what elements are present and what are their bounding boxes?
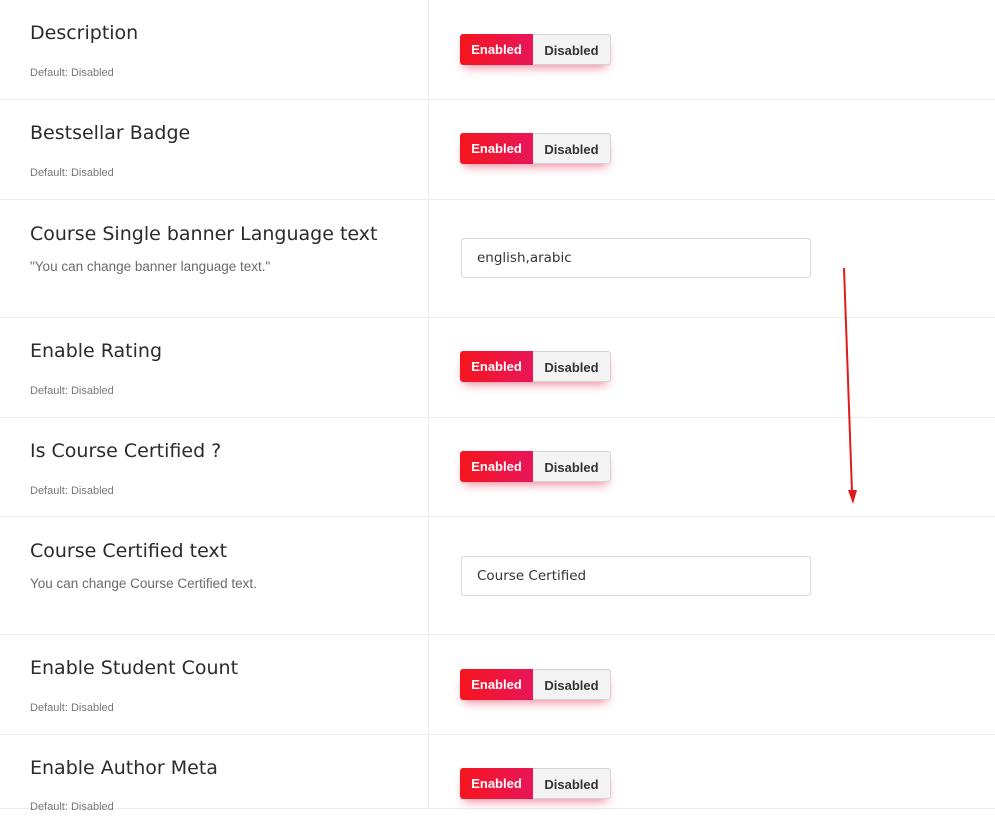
course-certified-text-input[interactable] — [461, 556, 811, 596]
setting-row-course-certified: Is Course Certified ? Default: Disabled … — [0, 418, 995, 517]
disabled-option[interactable]: Disabled — [533, 351, 611, 382]
setting-default-hint: Default: Disabled — [30, 167, 114, 179]
disabled-option[interactable]: Disabled — [533, 768, 611, 799]
course-certified-toggle: Enabled Disabled — [460, 451, 611, 482]
setting-row-enable-student-count: Enable Student Count Default: Disabled E… — [0, 635, 995, 735]
setting-row-description: Description Default: Disabled Enabled Di… — [0, 0, 995, 100]
setting-label-column: Course Single banner Language text "You … — [0, 200, 429, 317]
setting-row-course-certified-text: Course Certified text You can change Cou… — [0, 517, 995, 635]
setting-title: Course Certified text — [30, 540, 228, 562]
enable-rating-toggle: Enabled Disabled — [460, 351, 611, 382]
setting-label-column: Description Default: Disabled — [0, 0, 429, 99]
disabled-option[interactable]: Disabled — [533, 451, 611, 482]
enabled-option[interactable]: Enabled — [460, 451, 533, 482]
setting-label-column: Enable Student Count Default: Disabled — [0, 635, 429, 734]
setting-label-column: Is Course Certified ? Default: Disabled — [0, 418, 429, 516]
disabled-option[interactable]: Disabled — [533, 34, 611, 65]
setting-title: Course Single banner Language text — [30, 223, 378, 245]
setting-description: "You can change banner language text." — [30, 259, 271, 274]
enable-student-count-toggle: Enabled Disabled — [460, 669, 611, 700]
setting-label-column: Enable Rating Default: Disabled — [0, 318, 429, 417]
description-toggle: Enabled Disabled — [460, 34, 611, 65]
setting-title: Is Course Certified ? — [30, 440, 222, 462]
settings-panel: Description Default: Disabled Enabled Di… — [0, 0, 995, 832]
setting-row-bestsellar-badge: Bestsellar Badge Default: Disabled Enabl… — [0, 100, 995, 200]
disabled-option[interactable]: Disabled — [533, 133, 611, 164]
setting-row-banner-language-text: Course Single banner Language text "You … — [0, 200, 995, 318]
setting-default-hint: Default: Disabled — [30, 385, 114, 397]
setting-title: Enable Student Count — [30, 657, 239, 679]
enable-author-meta-toggle: Enabled Disabled — [460, 768, 611, 799]
setting-label-column: Enable Author Meta Default: Disabled — [0, 735, 429, 813]
enabled-option[interactable]: Enabled — [460, 34, 533, 65]
enabled-option[interactable]: Enabled — [460, 133, 533, 164]
setting-title: Enable Rating — [30, 340, 163, 362]
setting-title: Description — [30, 22, 139, 44]
enabled-option[interactable]: Enabled — [460, 351, 533, 382]
setting-title: Enable Author Meta — [30, 757, 218, 779]
setting-label-column: Bestsellar Badge Default: Disabled — [0, 100, 429, 199]
bestsellar-badge-toggle: Enabled Disabled — [460, 133, 611, 164]
setting-title: Bestsellar Badge — [30, 122, 191, 144]
setting-row-enable-rating: Enable Rating Default: Disabled Enabled … — [0, 318, 995, 418]
setting-description: You can change Course Certified text. — [30, 576, 257, 591]
disabled-option[interactable]: Disabled — [533, 669, 611, 700]
setting-row-enable-author-meta: Enable Author Meta Default: Disabled Ena… — [0, 735, 995, 813]
enabled-option[interactable]: Enabled — [460, 768, 533, 799]
setting-default-hint: Default: Disabled — [30, 485, 114, 497]
banner-language-text-input[interactable] — [461, 238, 811, 278]
setting-default-hint: Default: Disabled — [30, 801, 114, 813]
setting-default-hint: Default: Disabled — [30, 702, 114, 714]
setting-label-column: Course Certified text You can change Cou… — [0, 517, 429, 634]
enabled-option[interactable]: Enabled — [460, 669, 533, 700]
setting-default-hint: Default: Disabled — [30, 67, 114, 79]
